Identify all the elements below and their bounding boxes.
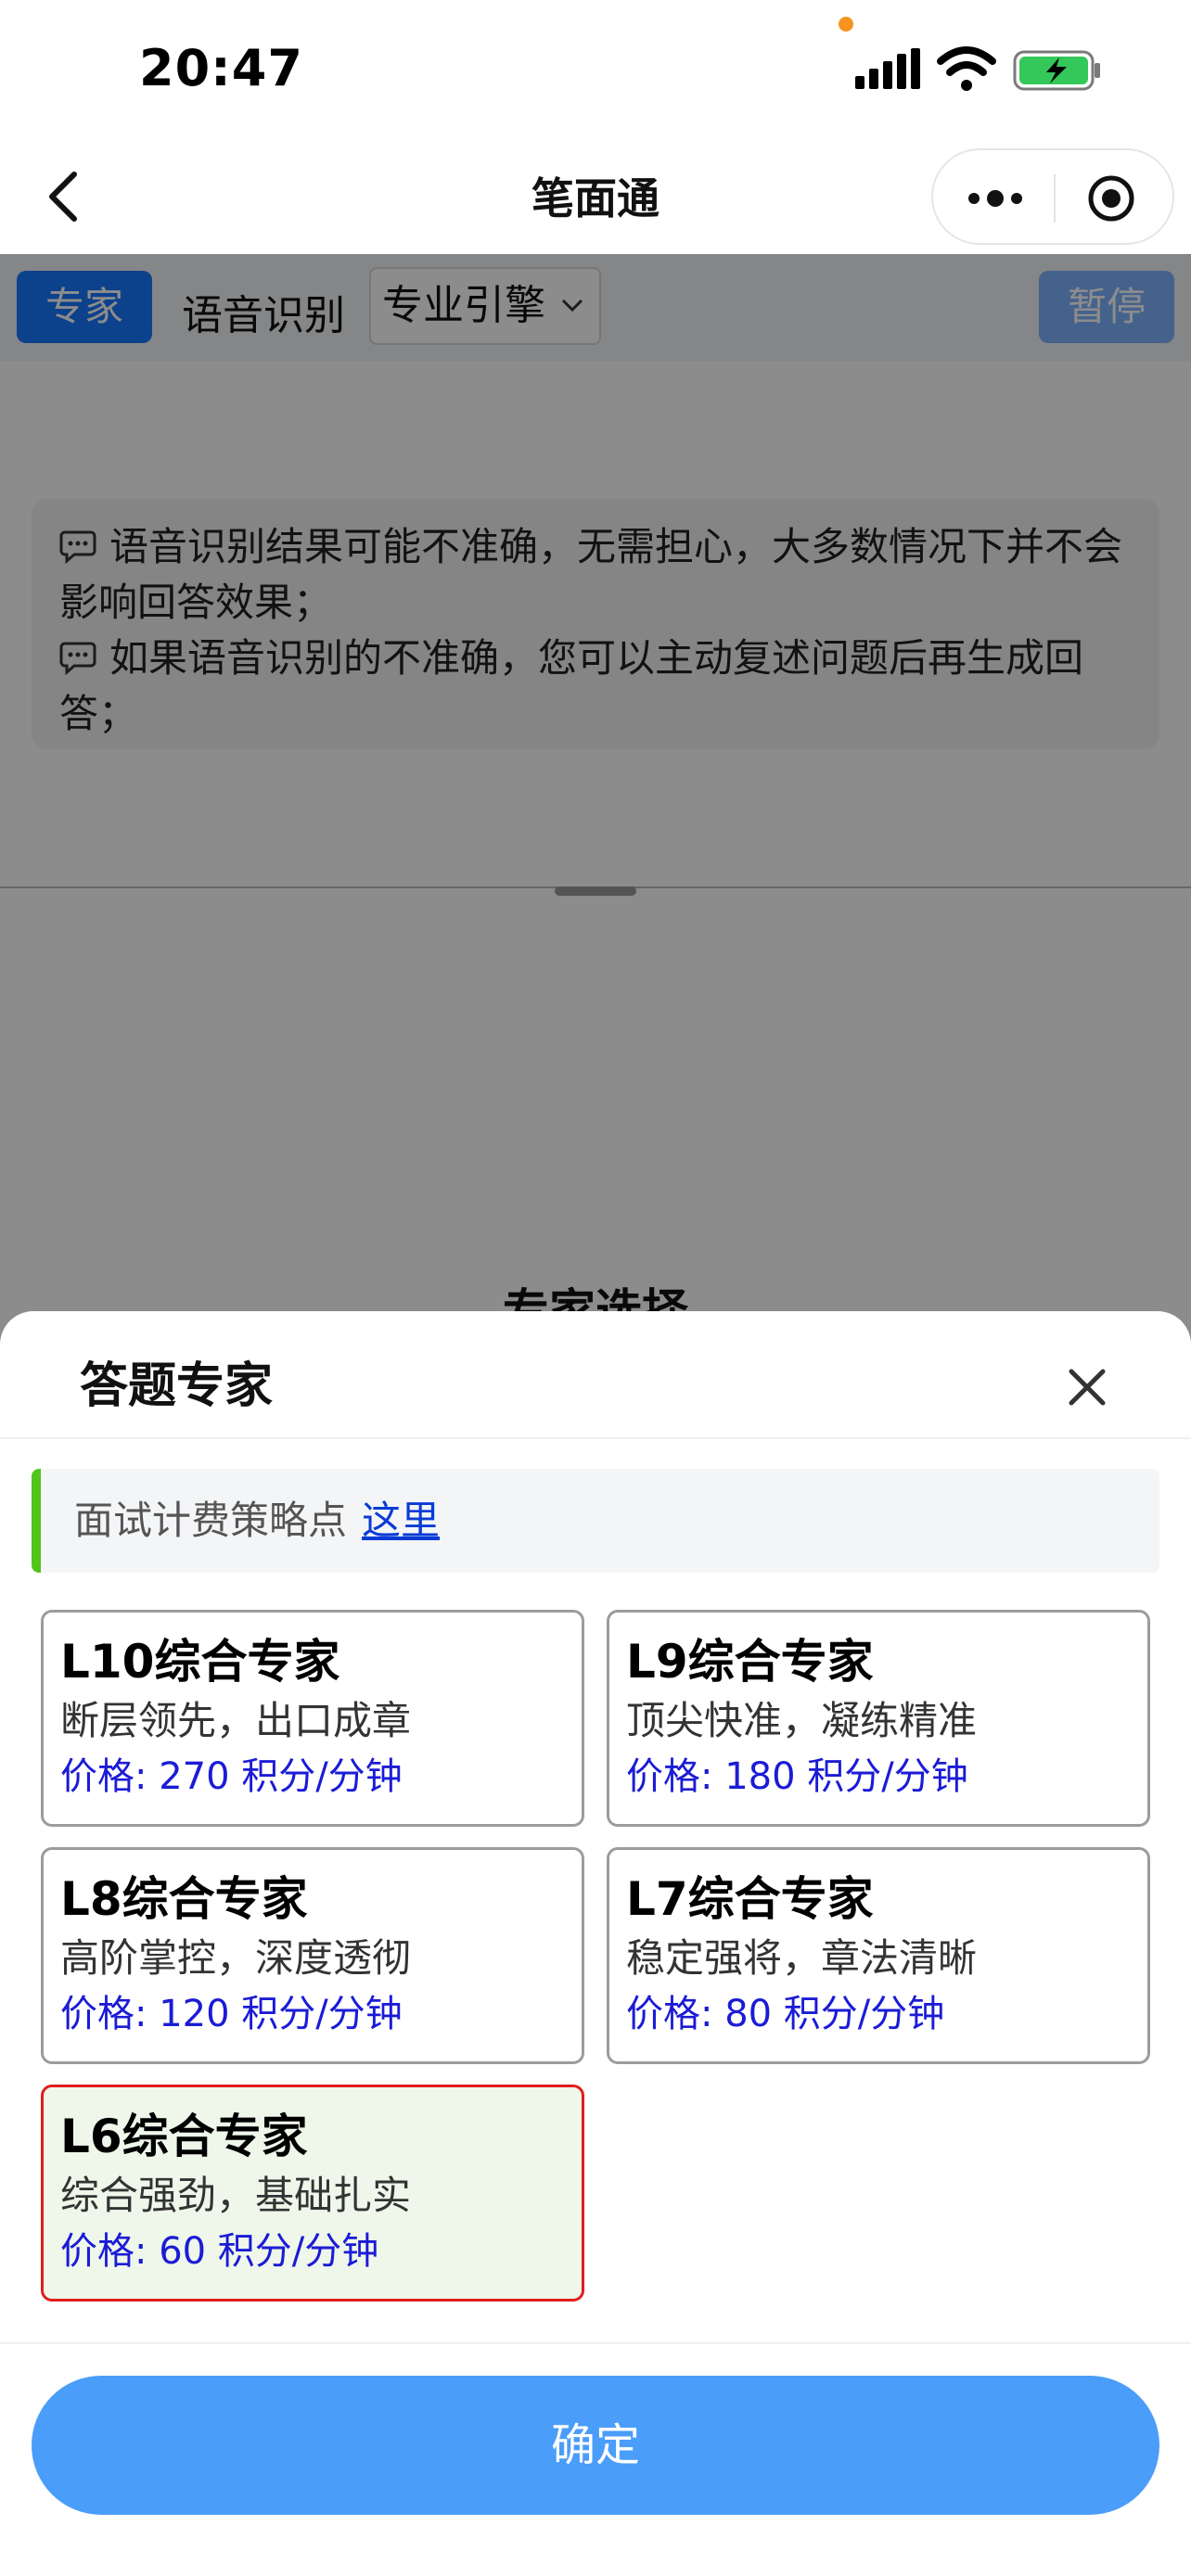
expert-card-price: 价格: 270 积分/分钟	[60, 1755, 403, 1798]
expert-card-price: 价格: 120 积分/分钟	[60, 1993, 403, 2035]
wifi-icon	[937, 46, 996, 91]
sheet-header: 答题专家	[0, 1311, 1191, 1439]
expert-card-price: 价格: 60 积分/分钟	[60, 2230, 379, 2273]
target-icon[interactable]	[1087, 174, 1135, 223]
expert-card-desc: 稳定强将，章法清晰	[626, 1935, 978, 1981]
expert-card-title: L10综合专家	[60, 1635, 340, 1689]
mic-indicator-dot	[839, 17, 853, 32]
billing-info-text: 面试计费策略点	[74, 1498, 348, 1543]
expert-card-desc: 高阶掌控，深度透彻	[60, 1935, 412, 1981]
expert-card-l9[interactable]: L9综合专家 顶尖快准，凝练精准 价格: 180 积分/分钟	[607, 1610, 1150, 1827]
expert-card-l6[interactable]: L6综合专家 综合强劲，基础扎实 价格: 60 积分/分钟	[41, 2085, 584, 2302]
expert-select-sheet: 答题专家 面试计费策略点 这里 L10综合专家 断层领先，出口成章 价格: 270…	[0, 1311, 1191, 2576]
expert-card-title: L7综合专家	[626, 1872, 874, 1926]
expert-card-l7[interactable]: L7综合专家 稳定强将，章法清晰 价格: 80 积分/分钟	[607, 1847, 1150, 2064]
expert-card-l8[interactable]: L8综合专家 高阶掌控，深度透彻 价格: 120 积分/分钟	[41, 1847, 584, 2064]
expert-card-desc: 综合强劲，基础扎实	[60, 2173, 412, 2218]
expert-card-price: 价格: 80 积分/分钟	[626, 1993, 945, 2035]
confirm-button[interactable]: 确定	[32, 2376, 1159, 2515]
expert-card-title: L9综合专家	[626, 1635, 874, 1689]
billing-info-bar: 面试计费策略点 这里	[32, 1469, 1159, 1573]
mini-program-capsule	[931, 148, 1174, 245]
close-icon[interactable]	[1067, 1367, 1108, 1408]
expert-card-price: 价格: 180 积分/分钟	[626, 1755, 968, 1798]
expert-card-desc: 顶尖快准，凝练精准	[626, 1698, 978, 1743]
capsule-divider	[1054, 174, 1056, 223]
nav-bar: 笔面通	[0, 139, 1191, 254]
status-bar: 20:47	[0, 0, 1191, 139]
expert-card-desc: 断层领先，出口成章	[60, 1698, 412, 1743]
signal-icon	[855, 48, 920, 89]
battery-charging-icon	[1013, 50, 1100, 91]
status-time: 20:47	[139, 39, 303, 97]
billing-info-link[interactable]: 这里	[362, 1498, 440, 1543]
expert-card-l10[interactable]: L10综合专家 断层领先，出口成章 价格: 270 积分/分钟	[41, 1610, 584, 1827]
expert-card-title: L8综合专家	[60, 1872, 308, 1926]
expert-card-title: L6综合专家	[60, 2110, 308, 2163]
sheet-title: 答题专家	[80, 1358, 274, 1414]
more-dots-icon[interactable]	[967, 187, 1024, 210]
footer-divider	[0, 2342, 1191, 2344]
